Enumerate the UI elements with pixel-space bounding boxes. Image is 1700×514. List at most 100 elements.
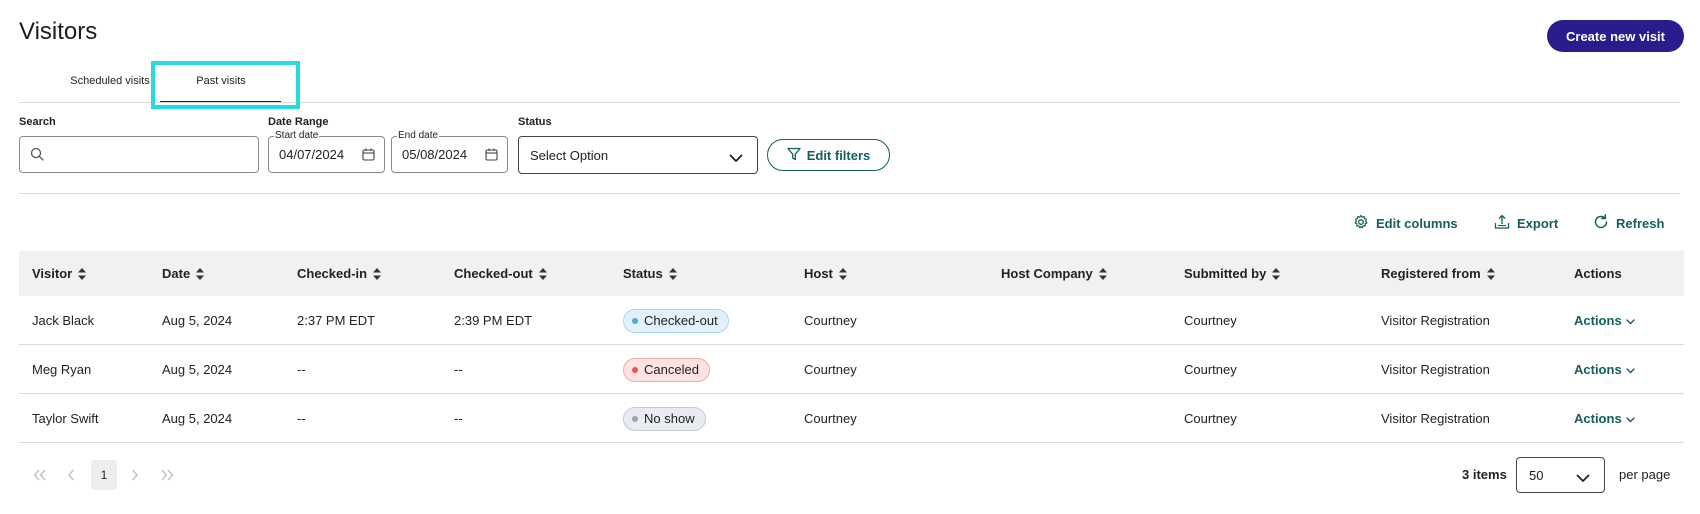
- page-title: Visitors: [19, 18, 98, 45]
- actions-dropdown[interactable]: Actions: [1574, 362, 1635, 377]
- status-dot: [632, 317, 638, 324]
- start-date-field[interactable]: Start date 04/07/2024: [268, 130, 385, 173]
- active-tab-underline: [160, 101, 281, 102]
- last-page-icon[interactable]: [159, 467, 175, 483]
- status-badge-label: Canceled: [644, 362, 699, 377]
- actions-label: Actions: [1574, 411, 1622, 426]
- tab-past-visits-label: Past visits: [196, 75, 246, 87]
- per-page-label: per page: [1619, 467, 1671, 482]
- per-page-value: 50: [1529, 468, 1544, 483]
- checked-in-cell: 2:37 PM EDT: [297, 313, 376, 328]
- calendar-icon[interactable]: [362, 148, 375, 166]
- prev-page-icon[interactable]: [63, 467, 79, 483]
- first-page-icon[interactable]: [32, 467, 48, 483]
- submitted-by-cell: Courtney: [1184, 411, 1237, 426]
- status-dot: [632, 366, 638, 373]
- edit-columns-button[interactable]: Edit columns: [1353, 212, 1458, 234]
- column-header-date[interactable]: Date: [162, 251, 205, 296]
- checked-out-cell: --: [454, 362, 463, 377]
- column-header-host-company[interactable]: Host Company: [1001, 251, 1107, 296]
- date-cell: Aug 5, 2024: [162, 411, 233, 426]
- column-header-submitted-by[interactable]: Submitted by: [1184, 251, 1281, 296]
- column-header-checked-in[interactable]: Checked-in: [297, 251, 382, 296]
- actions-cell: Actions: [1574, 296, 1635, 345]
- visit-tabs: Scheduled visits Past visits: [19, 60, 1680, 103]
- sort-icon: [668, 267, 677, 280]
- table-header: Visitor Date Checked-in Checked-out Stat…: [19, 251, 1684, 296]
- status-select[interactable]: Select Option: [518, 136, 758, 174]
- visitor-cell: Taylor Swift: [32, 411, 99, 426]
- checked-out-cell: 2:39 PM EDT: [454, 313, 533, 328]
- column-header-host[interactable]: Host: [804, 251, 847, 296]
- start-date-value: 04/07/2024: [279, 147, 345, 162]
- tab-past-visits[interactable]: Past visits: [151, 60, 291, 102]
- column-header-label: Actions: [1574, 266, 1622, 281]
- search-input[interactable]: [19, 136, 259, 173]
- status-label: Status: [518, 116, 552, 128]
- column-header-registered-from[interactable]: Registered from: [1381, 251, 1495, 296]
- refresh-button[interactable]: Refresh: [1593, 212, 1664, 234]
- visitor-cell: Meg Ryan: [32, 362, 92, 377]
- per-page-select[interactable]: 50: [1516, 457, 1605, 493]
- actions-dropdown[interactable]: Actions: [1574, 313, 1635, 328]
- date-cell: Aug 5, 2024: [162, 313, 233, 328]
- sort-icon: [1098, 267, 1107, 280]
- checked-out-cell: --: [454, 411, 463, 426]
- column-header-label: Visitor: [32, 266, 73, 281]
- status-badge: No show: [623, 406, 706, 431]
- sort-icon: [838, 267, 847, 280]
- actions-dropdown[interactable]: Actions: [1574, 411, 1635, 426]
- status-badge-label: Checked-out: [644, 313, 718, 328]
- table-row: Jack Black Aug 5, 2024 2:37 PM EDT 2:39 …: [19, 296, 1684, 345]
- calendar-icon[interactable]: [485, 148, 498, 166]
- column-header-visitor[interactable]: Visitor: [32, 251, 87, 296]
- column-header-label: Submitted by: [1184, 266, 1267, 281]
- status-badge-label: No show: [644, 411, 695, 426]
- export-button[interactable]: Export: [1494, 212, 1558, 234]
- visitor-cell: Jack Black: [32, 313, 95, 328]
- status-cell: No show: [623, 394, 706, 443]
- column-header-label: Status: [623, 266, 663, 281]
- refresh-icon: [1593, 213, 1609, 233]
- gear-icon: [1353, 214, 1369, 233]
- sort-icon: [373, 267, 382, 280]
- host-cell: Courtney: [804, 411, 857, 426]
- checked-in-cell: --: [297, 362, 306, 377]
- column-header-checked-out[interactable]: Checked-out: [454, 251, 547, 296]
- search-label: Search: [19, 116, 56, 128]
- page-number-button[interactable]: 1: [91, 460, 117, 490]
- actions-cell: Actions: [1574, 345, 1635, 394]
- edit-filters-label: Edit filters: [806, 147, 871, 163]
- checked-in-cell: --: [297, 411, 306, 426]
- actions-cell: Actions: [1574, 394, 1635, 443]
- table-row: Taylor Swift Aug 5, 2024 -- -- No show C…: [19, 394, 1684, 443]
- start-date-legend: Start date: [274, 130, 320, 141]
- column-header-label: Date: [162, 266, 191, 281]
- chevron-down-icon: [1625, 313, 1635, 328]
- status-cell: Checked-out: [623, 296, 729, 345]
- filter-icon: [787, 147, 801, 164]
- chevron-down-icon: [729, 150, 743, 168]
- registered-from-cell: Visitor Registration: [1381, 411, 1490, 426]
- search-icon: [30, 147, 44, 166]
- host-cell: Courtney: [804, 313, 857, 328]
- next-page-icon[interactable]: [127, 467, 143, 483]
- chevron-down-icon: [1625, 362, 1635, 377]
- end-date-field[interactable]: End date 05/08/2024: [391, 130, 508, 173]
- chevron-down-icon: [1625, 411, 1635, 426]
- end-date-value: 05/08/2024: [402, 147, 468, 162]
- host-cell: Courtney: [804, 362, 857, 377]
- submitted-by-cell: Courtney: [1184, 362, 1237, 377]
- sort-icon: [196, 267, 205, 280]
- tab-scheduled-visits-label: Scheduled visits: [70, 75, 150, 87]
- filters-divider: [19, 193, 1680, 194]
- column-header-label: Registered from: [1381, 266, 1481, 281]
- edit-filters-button[interactable]: Edit filters: [767, 139, 890, 171]
- create-new-visit-button[interactable]: Create new visit: [1547, 20, 1684, 52]
- actions-label: Actions: [1574, 362, 1622, 377]
- status-cell: Canceled: [623, 345, 710, 394]
- status-badge: Checked-out: [623, 308, 729, 333]
- column-header-status[interactable]: Status: [623, 251, 677, 296]
- sort-icon: [1272, 267, 1281, 280]
- sort-icon: [78, 267, 87, 280]
